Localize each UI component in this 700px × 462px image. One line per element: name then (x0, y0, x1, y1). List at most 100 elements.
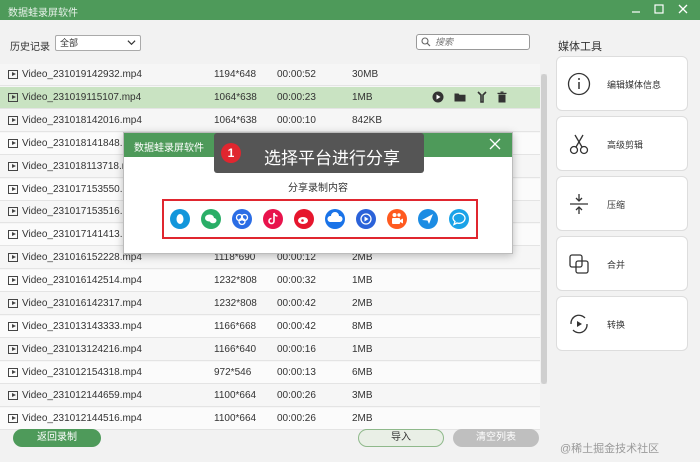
convert-icon (567, 312, 591, 336)
file-duration: 00:00:26 (277, 412, 316, 424)
video-file-icon (8, 115, 18, 125)
file-row[interactable]: Video_231019142932.mp4 1194*648 00:00:52 30… (0, 64, 540, 86)
chat-bubble-icon[interactable] (449, 209, 469, 229)
clear-list-button[interactable]: 清空列表 (453, 429, 539, 447)
file-row[interactable]: Video_231012144516.mp4 1100*664 00:00:26 2M… (0, 407, 540, 430)
tool-button[interactable]: 转换 (556, 296, 688, 351)
file-duration: 00:00:26 (277, 389, 316, 401)
file-size: 2MB (352, 412, 373, 424)
title-bar: 数据蛙录屏软件 (0, 0, 700, 20)
file-duration: 00:00:13 (277, 366, 316, 378)
file-name: Video_231016142514.mp4 (22, 275, 142, 287)
file-name: Video_231012144516.mp4 (22, 412, 142, 424)
file-size: 1MB (352, 343, 373, 355)
file-name: Video_231013143333.mp4 (22, 320, 142, 332)
file-duration: 00:00:10 (277, 114, 316, 126)
video-file-icon (8, 299, 18, 308)
file-size: 2MB (352, 298, 373, 309)
video-file-icon (8, 367, 18, 377)
wechat-icon[interactable] (201, 209, 221, 229)
file-resolution: 1100*664 (214, 389, 257, 401)
video-file-icon (8, 253, 18, 263)
import-button[interactable]: 导入 (358, 429, 444, 447)
back-to-recording-button[interactable]: 返回录制 (13, 429, 101, 447)
file-duration: 00:00:32 (277, 275, 316, 287)
file-duration: 00:00:42 (277, 320, 316, 332)
file-name: Video_231019115107.mp4 (22, 91, 142, 103)
file-size: 6MB (352, 366, 373, 378)
file-resolution: 1194*648 (214, 69, 257, 80)
close-icon[interactable] (675, 2, 691, 18)
tool-button[interactable]: 压缩 (556, 176, 688, 231)
file-row[interactable]: Video_231012154318.mp4 972*546 00:00:13 6MB (0, 361, 540, 384)
folder-icon[interactable] (454, 91, 466, 103)
scrollbar-thumb[interactable] (541, 74, 547, 384)
tool-button[interactable]: 高级剪辑 (556, 116, 688, 171)
minimize-icon[interactable] (628, 2, 644, 18)
file-row[interactable]: Video_231012144659.mp4 1100*664 00:00:26 3M… (0, 385, 540, 407)
qq-icon[interactable] (170, 209, 190, 229)
file-row[interactable]: Video_231019115107.mp4 1064*638 00:00:23 1M… (0, 86, 540, 109)
video-play-icon[interactable] (356, 209, 376, 229)
cloud-icon[interactable] (325, 209, 345, 229)
play-icon[interactable] (432, 91, 444, 103)
compress-icon (567, 192, 591, 216)
file-row[interactable]: Video_231016142317.mp4 1232*808 00:00:42 2M… (0, 293, 540, 315)
window-title: 数据蛙录屏软件 (8, 8, 78, 19)
file-row[interactable]: Video_231018142016.mp4 1064*638 00:00:10 84… (0, 110, 540, 132)
file-duration: 00:00:23 (277, 91, 316, 103)
share-subtitle: 分享录制内容 (288, 183, 348, 194)
kuaishou-icon[interactable] (387, 209, 407, 229)
maximize-icon[interactable] (651, 2, 667, 18)
video-file-icon (8, 230, 18, 240)
delete-icon[interactable] (496, 91, 508, 103)
dialog-close-icon[interactable] (488, 137, 502, 151)
merge-icon (567, 252, 591, 276)
file-row[interactable]: Video_231013143333.mp4 1166*668 00:00:42 8M… (0, 315, 540, 338)
tool-button[interactable]: 编辑媒体信息 (556, 56, 688, 111)
video-file-icon (8, 70, 18, 79)
file-row[interactable]: Video_231016142514.mp4 1232*808 00:00:32 1M… (0, 270, 540, 293)
baidu-netdisk-icon[interactable] (232, 209, 252, 229)
file-resolution: 1100*664 (214, 412, 257, 424)
row-actions (432, 91, 512, 105)
file-resolution: 1064*638 (214, 91, 257, 103)
file-resolution: 1166*640 (214, 343, 257, 355)
tool-button[interactable]: 合并 (556, 236, 688, 291)
file-duration: 00:00:52 (277, 69, 316, 80)
file-size: 30MB (352, 69, 379, 80)
history-filter-select[interactable]: 全部 (55, 35, 141, 51)
video-file-icon (8, 321, 18, 331)
file-name: Video_231019142932.mp4 (22, 69, 142, 80)
weibo-icon[interactable] (294, 209, 314, 229)
video-file-icon (8, 138, 18, 148)
media-tools-title: 媒体工具 (558, 41, 602, 53)
file-row[interactable]: Video_231013124216.mp4 1166*640 00:00:16 1M… (0, 339, 540, 361)
video-file-icon (8, 390, 18, 400)
file-name: Video_231013124216.mp4 (22, 343, 142, 355)
file-size: 842KB (352, 114, 383, 126)
file-size: 1MB (352, 91, 373, 103)
file-name: Video_231012154318.mp4 (22, 366, 142, 378)
filter-value: 全部 (60, 38, 79, 48)
video-file-icon (8, 184, 18, 194)
file-resolution: 1232*808 (214, 298, 257, 309)
tool-label: 合并 (607, 260, 626, 270)
file-resolution: 1166*668 (214, 320, 257, 332)
edit-tool-icon[interactable] (476, 91, 488, 103)
tool-label: 转换 (607, 320, 626, 330)
file-size: 1MB (352, 275, 373, 287)
search-box[interactable] (416, 34, 530, 50)
file-resolution: 1232*808 (214, 275, 257, 287)
video-file-icon (8, 276, 18, 286)
file-size: 3MB (352, 389, 373, 401)
video-file-icon (8, 413, 18, 423)
file-name: Video_231012144659.mp4 (22, 389, 142, 401)
bird-icon[interactable] (418, 209, 438, 229)
video-file-icon (8, 344, 18, 354)
file-list-scrollbar[interactable] (541, 74, 547, 384)
file-size: 8MB (352, 320, 373, 332)
search-input[interactable] (435, 36, 525, 48)
douyin-icon[interactable] (263, 209, 283, 229)
tool-label: 压缩 (607, 200, 626, 210)
